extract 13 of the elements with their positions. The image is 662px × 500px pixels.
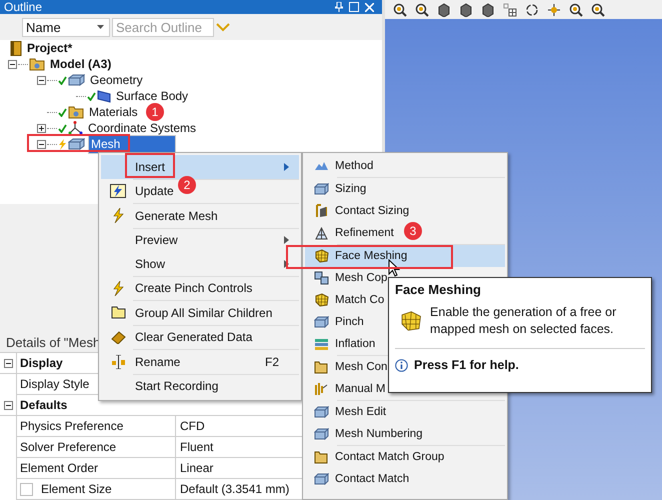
property-value: Default (3.3541 mm) [180,482,290,496]
property-name: Element Size [41,482,112,496]
property-name: Physics Preference [20,419,124,433]
panel-title: Outline [4,0,42,14]
tooltip-text: Enable the generation of a free or mapped mesh on selected faces. [430,304,618,338]
tooltip-title: Face Meshing [395,282,482,297]
property-value: Fluent [180,440,214,454]
property-value: Linear [180,461,214,475]
property-name: Element Order [20,461,98,475]
help-hint: Press F1 for help. [414,358,519,372]
property-value: CFD [180,419,205,433]
property-name: Solver Preference [20,440,116,454]
property-name: Display Style [20,377,90,391]
